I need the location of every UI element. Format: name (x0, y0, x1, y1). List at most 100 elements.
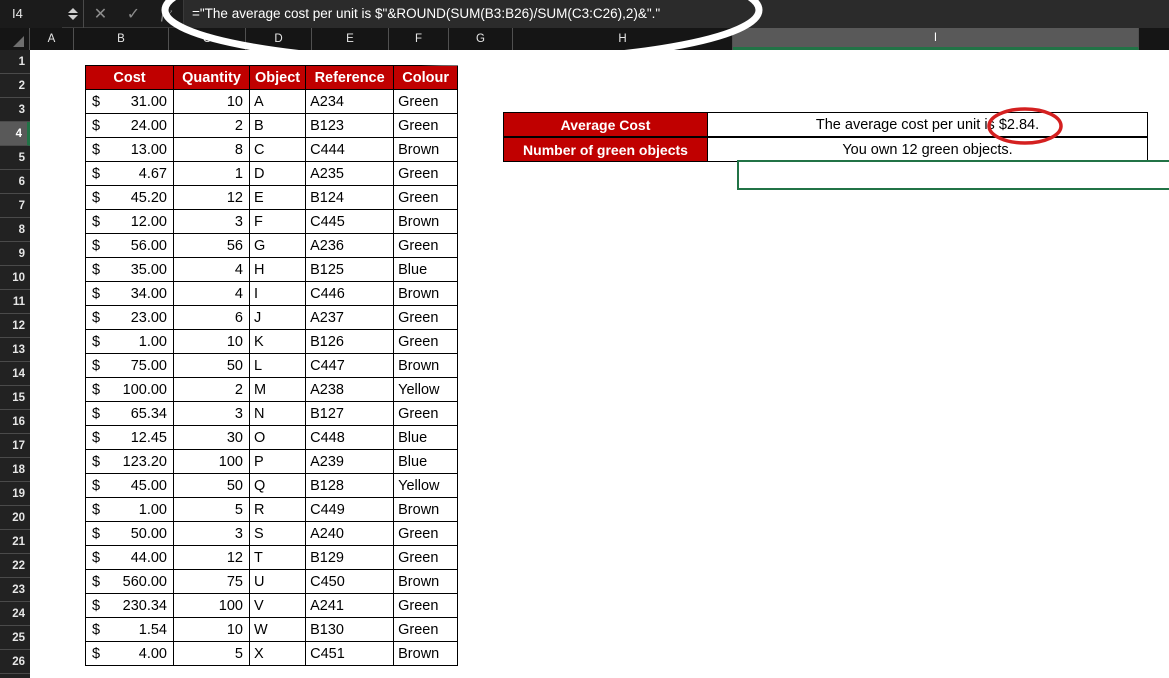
cell-quantity[interactable]: 10 (174, 90, 250, 114)
cell-object[interactable]: G (250, 234, 306, 258)
cell-object[interactable]: O (250, 426, 306, 450)
column-header-b[interactable]: B (74, 28, 169, 50)
cell-object[interactable]: D (250, 162, 306, 186)
row-header-19[interactable]: 19 (0, 482, 30, 506)
row-header-27[interactable]: 27 (0, 674, 30, 678)
row-header-16[interactable]: 16 (0, 410, 30, 434)
table-header-colour[interactable]: Colour (394, 66, 458, 90)
cell-reference[interactable]: B127 (306, 402, 394, 426)
cell-object[interactable]: N (250, 402, 306, 426)
cell-cost[interactable]: $560.00 (86, 570, 174, 594)
cell-object[interactable]: M (250, 378, 306, 402)
cell-quantity[interactable]: 12 (174, 186, 250, 210)
table-row[interactable]: $44.0012TB129Green (86, 546, 458, 570)
name-box[interactable]: I4 (0, 0, 62, 28)
insert-function-icon[interactable]: fx (150, 0, 183, 28)
row-header-10[interactable]: 10 (0, 266, 30, 290)
cell-colour[interactable]: Green (394, 186, 458, 210)
result-value-2[interactable]: You own 12 green objects. (708, 137, 1148, 162)
cell-colour[interactable]: Brown (394, 138, 458, 162)
cell-quantity[interactable]: 5 (174, 498, 250, 522)
cell-object[interactable]: F (250, 210, 306, 234)
cell-reference[interactable]: C447 (306, 354, 394, 378)
cell-cost[interactable]: $123.20 (86, 450, 174, 474)
cell-object[interactable]: V (250, 594, 306, 618)
table-row[interactable]: $56.0056GA236Green (86, 234, 458, 258)
spinner-down-icon[interactable] (68, 15, 78, 20)
table-row[interactable]: $100.002MA238Yellow (86, 378, 458, 402)
cell-colour[interactable]: Yellow (394, 378, 458, 402)
table-row[interactable]: $75.0050LC447Brown (86, 354, 458, 378)
name-box-spinner[interactable] (62, 0, 84, 28)
table-row[interactable]: $560.0075UC450Brown (86, 570, 458, 594)
cell-reference[interactable]: C448 (306, 426, 394, 450)
cell-quantity[interactable]: 3 (174, 210, 250, 234)
row-header-13[interactable]: 13 (0, 338, 30, 362)
table-header-cost[interactable]: Cost (86, 66, 174, 90)
row-header-17[interactable]: 17 (0, 434, 30, 458)
cell-colour[interactable]: Blue (394, 426, 458, 450)
cell-quantity[interactable]: 100 (174, 594, 250, 618)
row-header-2[interactable]: 2 (0, 74, 30, 98)
cell-quantity[interactable]: 2 (174, 114, 250, 138)
cell-object[interactable]: T (250, 546, 306, 570)
table-row[interactable]: $230.34100VA241Green (86, 594, 458, 618)
cell-cost[interactable]: $4.00 (86, 642, 174, 666)
table-header-object[interactable]: Object (250, 66, 306, 90)
cell-quantity[interactable]: 4 (174, 282, 250, 306)
cell-object[interactable]: K (250, 330, 306, 354)
cell-reference[interactable]: C446 (306, 282, 394, 306)
table-row[interactable]: $35.004HB125Blue (86, 258, 458, 282)
table-row[interactable]: $4.005XC451Brown (86, 642, 458, 666)
cell-object[interactable]: X (250, 642, 306, 666)
cell-cost[interactable]: $230.34 (86, 594, 174, 618)
cell-object[interactable]: A (250, 90, 306, 114)
cell-colour[interactable]: Green (394, 594, 458, 618)
cell-object[interactable]: S (250, 522, 306, 546)
table-row[interactable]: $1.5410WB130Green (86, 618, 458, 642)
cell-object[interactable]: I (250, 282, 306, 306)
column-header-h[interactable]: H (513, 28, 733, 50)
cell-colour[interactable]: Yellow (394, 474, 458, 498)
cell-cost[interactable]: $1.54 (86, 618, 174, 642)
cell-quantity[interactable]: 6 (174, 306, 250, 330)
cell-quantity[interactable]: 4 (174, 258, 250, 282)
row-header-5[interactable]: 5 (0, 146, 30, 170)
row-header-9[interactable]: 9 (0, 242, 30, 266)
spinner-up-icon[interactable] (68, 8, 78, 13)
cell-quantity[interactable]: 3 (174, 402, 250, 426)
row-header-14[interactable]: 14 (0, 362, 30, 386)
table-row[interactable]: $65.343NB127Green (86, 402, 458, 426)
row-header-6[interactable]: 6 (0, 170, 30, 194)
table-row[interactable]: $12.003FC445Brown (86, 210, 458, 234)
cell-cost[interactable]: $35.00 (86, 258, 174, 282)
cell-reference[interactable]: B126 (306, 330, 394, 354)
grid-area[interactable]: CostQuantityObjectReferenceColour $31.00… (30, 50, 1169, 678)
cell-colour[interactable]: Green (394, 522, 458, 546)
cell-cost[interactable]: $75.00 (86, 354, 174, 378)
cell-quantity[interactable]: 100 (174, 450, 250, 474)
column-header-e[interactable]: E (312, 28, 389, 50)
cell-cost[interactable]: $23.00 (86, 306, 174, 330)
row-header-22[interactable]: 22 (0, 554, 30, 578)
cell-reference[interactable]: A239 (306, 450, 394, 474)
row-header-8[interactable]: 8 (0, 218, 30, 242)
cell-reference[interactable]: A236 (306, 234, 394, 258)
result-label-1[interactable]: Average Cost (503, 112, 708, 137)
cell-cost[interactable]: $1.00 (86, 330, 174, 354)
cell-object[interactable]: B (250, 114, 306, 138)
table-row[interactable]: $23.006JA237Green (86, 306, 458, 330)
cell-reference[interactable]: C449 (306, 498, 394, 522)
cell-object[interactable]: E (250, 186, 306, 210)
table-row[interactable]: $50.003SA240Green (86, 522, 458, 546)
table-row[interactable]: $123.20100PA239Blue (86, 450, 458, 474)
row-header-26[interactable]: 26 (0, 650, 30, 674)
cell-object[interactable]: C (250, 138, 306, 162)
cell-object[interactable]: Q (250, 474, 306, 498)
cell-cost[interactable]: $45.00 (86, 474, 174, 498)
cell-object[interactable]: R (250, 498, 306, 522)
row-header-25[interactable]: 25 (0, 626, 30, 650)
row-header-21[interactable]: 21 (0, 530, 30, 554)
cell-reference[interactable]: B128 (306, 474, 394, 498)
table-row[interactable]: $13.008CC444Brown (86, 138, 458, 162)
